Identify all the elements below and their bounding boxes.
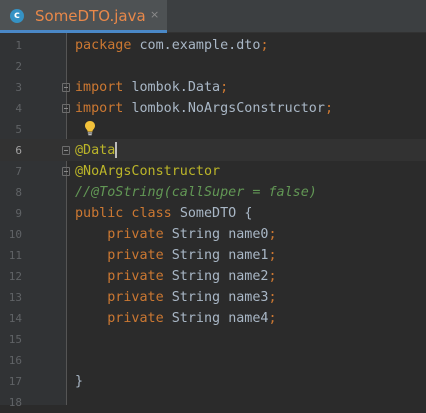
line-number-3: 3 <box>15 81 22 94</box>
code-token: com.example.dto <box>139 38 261 53</box>
code-line-14[interactable]: private String name4; <box>75 308 277 329</box>
code-token: Data <box>187 80 221 95</box>
code-token: lombok. <box>131 80 188 95</box>
code-token: private <box>75 227 172 242</box>
fold-icon[interactable] <box>62 104 70 113</box>
line-number-18: 18 <box>8 396 22 409</box>
line-number-7: 7 <box>15 165 22 178</box>
code-token: private <box>75 311 172 326</box>
tab-title: SomeDTO.java <box>35 7 146 25</box>
java-class-icon: c <box>10 9 24 23</box>
code-token: name1 <box>228 248 269 263</box>
code-line-10[interactable]: private String name0; <box>75 224 277 245</box>
code-token: private <box>75 290 172 305</box>
code-token: } <box>75 374 84 389</box>
code-token: //@ToString(callSuper = false) <box>75 185 317 200</box>
code-token: String <box>171 248 229 263</box>
editor-tab-bar: c SomeDTO.java × <box>0 0 426 33</box>
text-caret <box>115 142 117 158</box>
tab-somedto-java[interactable]: c SomeDTO.java × <box>0 0 167 33</box>
line-number-8: 8 <box>15 186 22 199</box>
line-number-12: 12 <box>8 270 22 283</box>
code-line-8[interactable]: //@ToString(callSuper = false) <box>75 182 317 203</box>
code-token: import <box>75 80 132 95</box>
code-line-6[interactable]: @Data <box>75 140 115 161</box>
line-number-10: 10 <box>8 228 22 241</box>
code-token: name4 <box>228 311 269 326</box>
code-token: ; <box>324 101 333 116</box>
code-token: name0 <box>228 227 269 242</box>
code-token: ; <box>260 38 269 53</box>
code-token: ; <box>268 311 277 326</box>
intention-bulb-icon[interactable] <box>83 120 97 136</box>
code-token: NoArgsConstructor <box>187 101 325 116</box>
code-token: String <box>171 227 229 242</box>
code-token: private <box>75 269 172 284</box>
fold-icon[interactable] <box>62 167 70 176</box>
line-number-17: 17 <box>8 375 22 388</box>
line-number-2: 2 <box>15 60 22 73</box>
close-icon[interactable]: × <box>150 8 159 21</box>
code-token: String <box>171 290 229 305</box>
line-number-4: 4 <box>15 102 22 115</box>
code-token: @NoArgsConstructor <box>75 164 221 179</box>
code-token: String <box>171 269 229 284</box>
line-number-11: 11 <box>8 249 22 262</box>
line-number-15: 15 <box>8 333 22 346</box>
code-token: ; <box>268 248 277 263</box>
code-line-4[interactable]: import lombok.NoArgsConstructor; <box>75 98 333 119</box>
code-token: name2 <box>228 269 269 284</box>
code-line-17[interactable]: } <box>75 371 83 392</box>
code-line-7[interactable]: @NoArgsConstructor <box>75 161 220 182</box>
line-number-16: 16 <box>8 354 22 367</box>
code-token: SomeDTO <box>179 206 245 221</box>
code-token: lombok. <box>131 101 188 116</box>
code-token: private <box>75 248 172 263</box>
line-number-1: 1 <box>15 39 22 52</box>
code-line-3[interactable]: import lombok.Data; <box>75 77 228 98</box>
code-line-1[interactable]: package com.example.dto; <box>75 35 269 56</box>
line-number-5: 5 <box>15 123 22 136</box>
code-token: ; <box>220 80 229 95</box>
code-token: public class <box>75 206 180 221</box>
line-number-14: 14 <box>8 312 22 325</box>
code-token: package <box>75 38 140 53</box>
code-line-9[interactable]: public class SomeDTO { <box>75 203 252 224</box>
code-token: { <box>244 206 253 221</box>
code-token: name3 <box>228 290 269 305</box>
line-number-9: 9 <box>15 207 22 220</box>
fold-icon[interactable] <box>62 83 70 92</box>
code-token: ; <box>268 269 277 284</box>
code-token: ; <box>268 290 277 305</box>
code-token: import <box>75 101 132 116</box>
code-line-13[interactable]: private String name3; <box>75 287 277 308</box>
code-line-11[interactable]: private String name1; <box>75 245 277 266</box>
fold-icon[interactable] <box>62 146 70 155</box>
code-token: ; <box>268 227 277 242</box>
code-token: String <box>171 311 229 326</box>
line-number-6: 6 <box>15 144 22 157</box>
code-token: @Data <box>75 143 116 158</box>
line-number-13: 13 <box>8 291 22 304</box>
code-line-12[interactable]: private String name2; <box>75 266 277 287</box>
